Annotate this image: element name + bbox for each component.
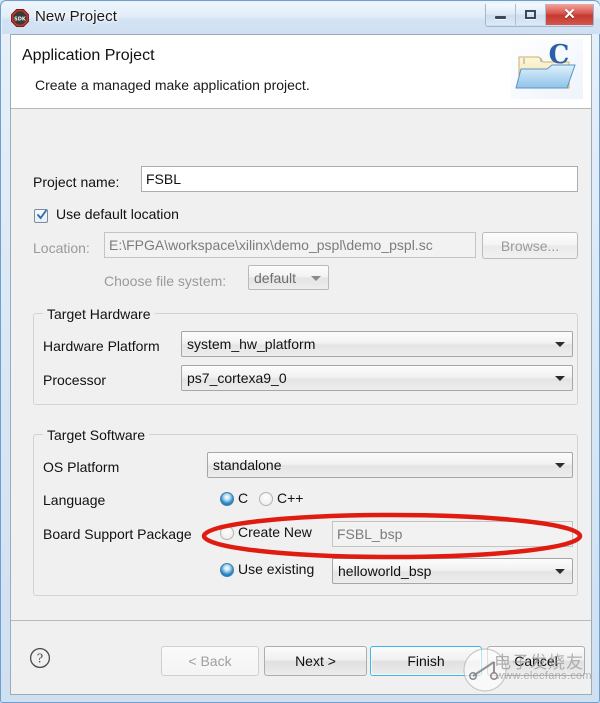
chevron-down-icon	[311, 275, 321, 281]
target-software-group-title: Target Software	[43, 427, 150, 443]
bsp-create-new-label: Create New	[238, 524, 312, 540]
choose-file-system-label: Choose file system:	[104, 273, 227, 289]
bsp-create-new-input[interactable]: FSBL_bsp	[332, 521, 573, 547]
minimize-button[interactable]	[486, 4, 516, 25]
svg-text:SDK: SDK	[14, 17, 27, 23]
os-platform-label: OS Platform	[43, 459, 120, 475]
close-button[interactable]: ✕	[546, 4, 593, 25]
back-button[interactable]: < Back	[161, 646, 259, 676]
help-question-icon[interactable]: ?	[29, 647, 51, 669]
maximize-button[interactable]	[516, 4, 546, 25]
project-name-label: Project name:	[33, 174, 120, 190]
checkmark-icon	[37, 209, 47, 220]
bsp-use-existing-value: helloworld_bsp	[338, 563, 432, 579]
board-support-package-label: Board Support Package	[43, 526, 192, 542]
processor-select[interactable]: ps7_cortexa9_0	[181, 365, 573, 391]
bsp-use-existing-select[interactable]: helloworld_bsp	[332, 558, 573, 584]
page-title: Application Project	[22, 47, 155, 64]
processor-value: ps7_cortexa9_0	[187, 370, 287, 386]
title-bar: SDK New Project ✕	[2, 2, 600, 34]
language-cpp-label: C++	[277, 490, 304, 506]
wizard-header: Application Project Create a managed mak…	[11, 35, 591, 109]
dialog-footer: ? < Back Next > Finish Cancel	[11, 621, 591, 694]
close-icon: ✕	[563, 6, 576, 23]
bsp-use-existing-radio[interactable]	[220, 563, 234, 577]
location-input[interactable]: E:\FPGA\workspace\xilinx\demo_pspl\demo_…	[104, 232, 476, 258]
os-platform-value: standalone	[213, 457, 282, 473]
language-c-radio[interactable]	[220, 492, 234, 506]
language-label: Language	[43, 492, 106, 508]
dialog-client-area: Application Project Create a managed mak…	[10, 34, 592, 695]
wizard-form: Project name: FSBL Use default location …	[11, 110, 591, 620]
window-title: New Project	[35, 8, 117, 25]
next-button[interactable]: Next >	[264, 646, 367, 676]
chevron-down-icon	[555, 376, 565, 381]
svg-text:?: ?	[37, 652, 43, 666]
use-default-location-checkbox[interactable]	[34, 209, 48, 223]
screenshot-root: SDK New Project ✕ Application Project Cr…	[0, 0, 600, 703]
window-controls: ✕	[485, 4, 594, 27]
language-c-label: C	[238, 490, 249, 506]
hardware-platform-select[interactable]: system_hw_platform	[181, 331, 573, 357]
location-label: Location:	[33, 240, 90, 256]
chevron-down-icon	[555, 569, 565, 574]
maximize-icon	[525, 10, 536, 19]
sdk-octagon-icon: SDK	[11, 9, 29, 27]
target-hardware-group	[33, 313, 578, 405]
language-cpp-radio[interactable]	[259, 492, 273, 506]
bsp-use-existing-label: Use existing	[238, 561, 315, 577]
minimize-icon	[495, 16, 506, 19]
choose-file-system-select[interactable]: default	[248, 265, 329, 290]
hardware-platform-value: system_hw_platform	[187, 336, 316, 352]
hardware-platform-label: Hardware Platform	[43, 338, 160, 354]
browse-button[interactable]: Browse...	[482, 232, 578, 259]
finish-button[interactable]: Finish	[370, 646, 482, 676]
processor-label: Processor	[43, 372, 107, 388]
page-subtitle: Create a managed make application projec…	[35, 77, 310, 93]
choose-file-system-value: default	[254, 269, 297, 286]
chevron-down-icon	[555, 463, 565, 468]
target-hardware-group-title: Target Hardware	[43, 306, 155, 322]
chevron-down-icon	[555, 342, 565, 347]
os-platform-select[interactable]: standalone	[207, 452, 573, 478]
new-project-dialog: SDK New Project ✕ Application Project Cr…	[0, 0, 600, 703]
use-default-location-label: Use default location	[56, 206, 179, 222]
bsp-create-new-radio[interactable]	[220, 526, 234, 540]
project-name-input[interactable]: FSBL	[141, 166, 578, 192]
c-project-folder-icon: C	[511, 39, 583, 99]
cancel-button[interactable]: Cancel	[487, 646, 585, 676]
